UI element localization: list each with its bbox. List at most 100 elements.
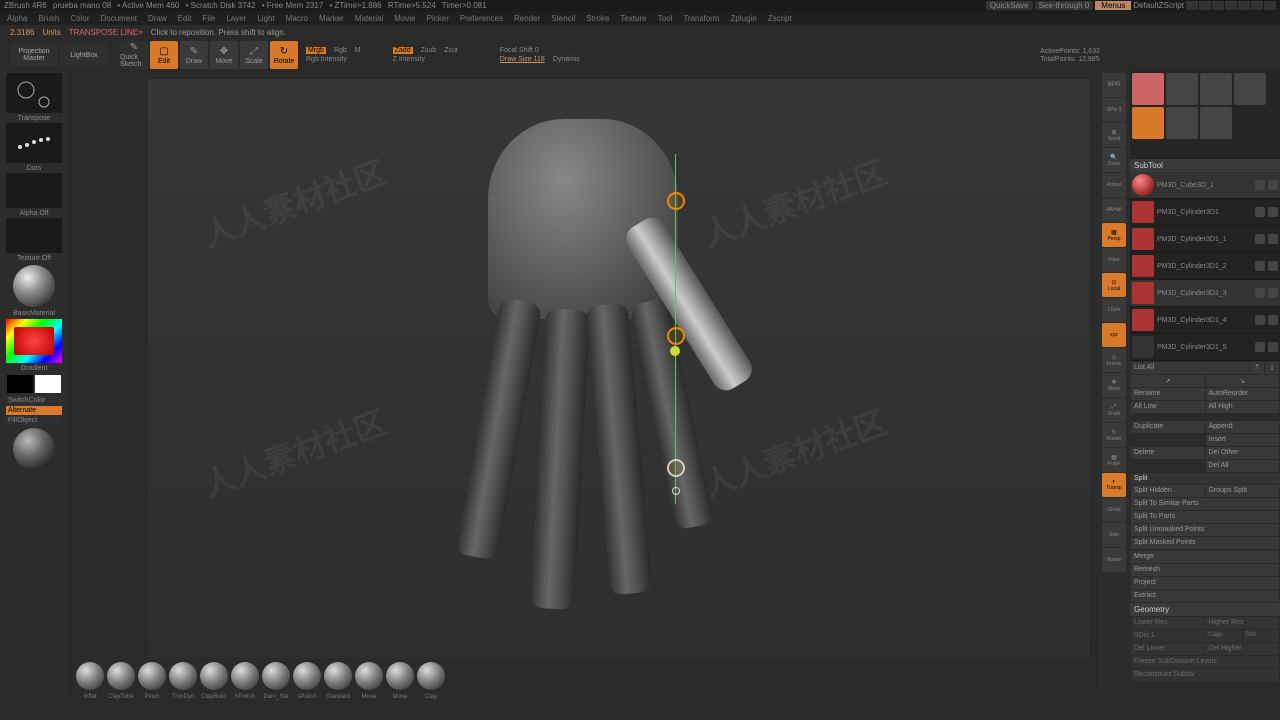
del-other-button[interactable]: Del Other xyxy=(1206,447,1280,459)
canvas-viewport[interactable]: 人人素材社区 人人素材社区 人人素材社区 人人素材社区 Inflat ClayT… xyxy=(68,71,1098,694)
rotate-nav-button[interactable]: ↻Rotate xyxy=(1102,423,1126,447)
zsub-toggle[interactable]: Zsub xyxy=(421,47,437,54)
eye-icon[interactable] xyxy=(1268,342,1278,352)
append-button[interactable]: Append xyxy=(1206,421,1280,433)
tool-thumb[interactable] xyxy=(1234,73,1266,105)
menu-marker[interactable]: Marker xyxy=(314,14,349,23)
default-zscript[interactable]: DefaultZScript xyxy=(1133,1,1184,10)
menu-stroke[interactable]: Stroke xyxy=(581,14,614,23)
list-all-button[interactable]: List All xyxy=(1131,362,1249,374)
project-header[interactable]: Project xyxy=(1131,577,1279,589)
rotate-button[interactable]: ↻Rotate xyxy=(270,41,298,69)
quicksave-button[interactable]: QuickSave xyxy=(986,1,1033,10)
menu-render[interactable]: Render xyxy=(509,14,545,23)
split-hidden-button[interactable]: Split Hidden xyxy=(1131,485,1205,497)
m-toggle[interactable]: M xyxy=(355,47,361,54)
del-lower-button[interactable]: Del Lower xyxy=(1131,643,1205,655)
groups-split-button[interactable]: Groups Split xyxy=(1206,485,1280,497)
scroll-button[interactable]: ⊞Scroll xyxy=(1102,123,1126,147)
menu-picker[interactable]: Picker xyxy=(422,14,454,23)
transp-button[interactable]: ◐Transp xyxy=(1102,473,1126,497)
visibility-icon[interactable] xyxy=(1255,234,1265,244)
maximize-icon[interactable] xyxy=(1251,1,1263,10)
secondary-material[interactable] xyxy=(13,428,55,470)
sdiv-slider[interactable]: SDiv 1 xyxy=(1131,630,1204,642)
floor-button[interactable]: Floor xyxy=(1102,248,1126,272)
mrgb-toggle[interactable]: Mrgb xyxy=(306,47,326,54)
color-picker[interactable] xyxy=(6,319,62,363)
rgb-toggle[interactable]: Rgb xyxy=(334,47,347,54)
menu-file[interactable]: File xyxy=(197,14,220,23)
dynamic-toggle[interactable]: Dynamic xyxy=(553,56,580,63)
alternate-button[interactable]: Alternate xyxy=(6,406,62,415)
higher-res-button[interactable]: Higher Res xyxy=(1206,617,1280,629)
eye-icon[interactable] xyxy=(1268,288,1278,298)
all-low-button[interactable]: All Low xyxy=(1131,401,1205,413)
brush-standard[interactable]: Standard xyxy=(324,662,352,690)
eye-icon[interactable] xyxy=(1268,234,1278,244)
solo-button[interactable]: Solo xyxy=(1102,523,1126,547)
menu-color[interactable]: Color xyxy=(65,14,94,23)
move-down-icon[interactable]: ↘ xyxy=(1206,375,1280,387)
duplicate-button[interactable]: Duplicate xyxy=(1131,421,1205,433)
brush-move[interactable]: Move xyxy=(355,662,383,690)
subtool-item[interactable]: PM3D_Cube3D_1 xyxy=(1130,172,1280,199)
tool-thumb[interactable] xyxy=(1200,73,1232,105)
window-icon[interactable] xyxy=(1225,1,1237,10)
menu-light[interactable]: Light xyxy=(252,14,279,23)
arrow-down-all-icon[interactable]: ⤓ xyxy=(1265,362,1279,374)
geometry-header[interactable]: Geometry xyxy=(1130,603,1280,616)
window-icon[interactable] xyxy=(1186,1,1198,10)
ghost-button[interactable]: Ghost xyxy=(1102,498,1126,522)
switch-color-button[interactable]: SwitchColor xyxy=(6,396,62,405)
move-up-icon[interactable]: ↗ xyxy=(1131,375,1205,387)
split-masked-button[interactable]: Split Masked Points xyxy=(1131,537,1279,549)
bpr-button[interactable]: BPR xyxy=(1102,73,1126,97)
brush-hpolish[interactable]: hPolish xyxy=(231,662,259,690)
lightbox-button[interactable]: LightBox xyxy=(60,43,108,67)
draw-button[interactable]: ✎Draw xyxy=(180,41,208,69)
visibility-icon[interactable] xyxy=(1255,315,1265,325)
remesh-header[interactable]: Remesh xyxy=(1131,564,1279,576)
brush-clay[interactable]: Clay xyxy=(417,662,445,690)
menu-alpha[interactable]: Alpha xyxy=(2,14,32,23)
actual-button[interactable]: Actual xyxy=(1102,173,1126,197)
lower-res-button[interactable]: Lower Res xyxy=(1131,617,1205,629)
subtool-item[interactable]: PM3D_Cylinder3D1_4 xyxy=(1130,307,1280,334)
subtool-item[interactable]: PM3D_Cylinder3D1_3 xyxy=(1130,280,1280,307)
z-intensity-slider[interactable]: Z Intensity xyxy=(393,56,458,63)
tool-thumb[interactable] xyxy=(1166,73,1198,105)
menu-texture[interactable]: Texture xyxy=(615,14,651,23)
subtool-item[interactable]: PM3D_Cylinder3D1_2 xyxy=(1130,253,1280,280)
menu-preferences[interactable]: Preferences xyxy=(455,14,508,23)
frame-button[interactable]: ◎Frame xyxy=(1102,348,1126,372)
menu-brush[interactable]: Brush xyxy=(33,14,64,23)
draw-size-slider[interactable]: Draw Size 118 xyxy=(500,56,545,63)
menu-movie[interactable]: Movie xyxy=(389,14,420,23)
visibility-icon[interactable] xyxy=(1255,261,1265,271)
color-swatches[interactable] xyxy=(7,375,61,393)
xpose-button[interactable]: Xpose xyxy=(1102,548,1126,572)
split-parts-button[interactable]: Split To Parts xyxy=(1131,511,1279,523)
move-nav-button[interactable]: ✥Move xyxy=(1102,373,1126,397)
arrow-up-all-icon[interactable]: ⤒ xyxy=(1250,362,1264,374)
rstr-toggle[interactable]: Rstr xyxy=(1243,630,1279,642)
subtool-item[interactable]: PM3D_Cylinder3D1 xyxy=(1130,199,1280,226)
fill-object-button[interactable]: FillObject xyxy=(6,416,62,425)
all-high-button[interactable]: All High xyxy=(1206,401,1280,413)
transpose-end-ring[interactable] xyxy=(672,487,680,495)
texture-slot[interactable] xyxy=(6,218,62,253)
tool-thumb[interactable] xyxy=(1166,107,1198,139)
brush-move2[interactable]: Move xyxy=(386,662,414,690)
edit-button[interactable]: ▢Edit xyxy=(150,41,178,69)
subtool-item[interactable]: PM3D_Cylinder3D1_5 xyxy=(1130,334,1280,361)
split-header[interactable]: Split xyxy=(1130,473,1280,484)
material-preview[interactable] xyxy=(13,265,55,307)
visibility-icon[interactable] xyxy=(1255,180,1265,190)
eye-icon[interactable] xyxy=(1268,261,1278,271)
reconstruct-subdiv-button[interactable]: Reconstruct Subdiv xyxy=(1131,669,1279,681)
see-through-slider[interactable]: See-through 0 xyxy=(1035,1,1094,10)
spix-slider[interactable]: SPix 3 xyxy=(1102,98,1126,122)
visibility-icon[interactable] xyxy=(1255,207,1265,217)
brush-damsta[interactable]: Dam_Sta xyxy=(262,662,290,690)
